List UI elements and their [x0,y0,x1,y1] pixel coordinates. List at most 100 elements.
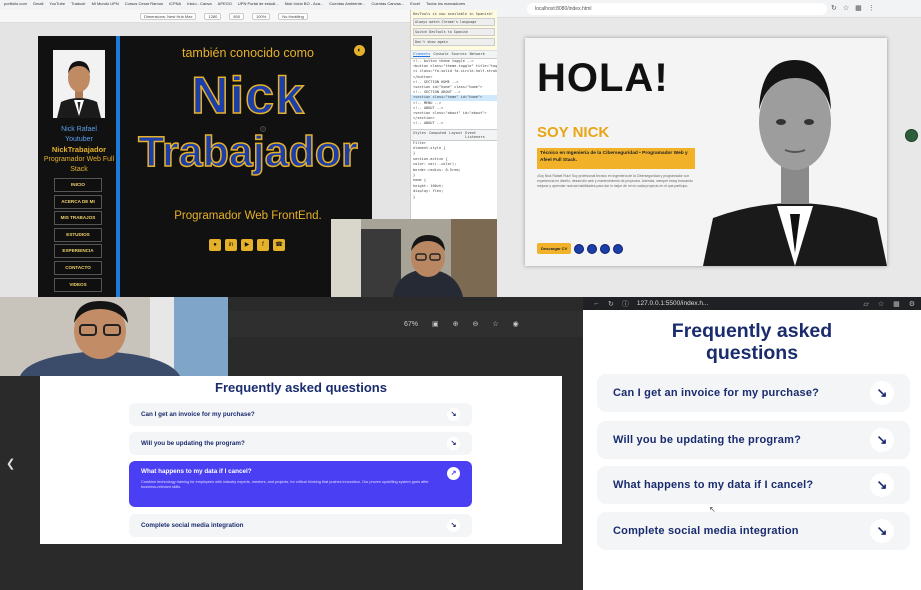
bookmark[interactable]: Cuentas Canvas... [371,1,404,9]
dom-node[interactable]: <!-- ABOUT --> [411,121,497,126]
youtube-icon[interactable]: ▶ [241,239,253,251]
theme-toggle-icon[interactable]: ◐ [354,45,365,56]
devtools-tabs: Elements Console Sources Network [411,51,497,59]
arrow-down-right-icon[interactable]: ↘ [870,519,894,543]
bookmark[interactable]: Mi Mundo UPN [92,1,119,9]
star-icon[interactable]: ☆ [878,300,884,308]
reload-icon[interactable]: ↻ [608,300,614,308]
bookmark[interactable]: Cuentas Ambiente... [329,1,365,9]
hero-title-line1: Nick [190,66,305,126]
bookmark[interactable]: UPN Portal de estudi... [238,1,279,9]
tab-console[interactable]: Console [433,52,448,57]
soy-heading: SOY NICK [537,124,610,141]
bookmark[interactable]: YouTube [49,1,65,9]
zoom-select[interactable]: 100% [252,12,271,20]
tab-styles[interactable]: Styles [413,131,426,139]
zoom-level[interactable]: 67% [404,321,418,328]
dom-node[interactable]: <i class="fa-solid fa-circle-half-stroke… [411,69,497,74]
tab-event-listeners[interactable]: Event Listeners [465,131,495,139]
faq-item-open[interactable]: What happens to my data if I cancel? Com… [129,461,472,507]
bookmark[interactable]: ICPNA [169,1,181,9]
address-bar[interactable]: 127.0.0.1:5500/index.h... [637,300,709,307]
nav-videos[interactable]: VIDEOS [54,277,102,292]
hero-dot [260,126,266,132]
styles-pane: Filter element.style { } section.active … [411,141,497,200]
bookmark[interactable]: portfolio.com [4,1,27,9]
faq-item[interactable]: Can I get an invoice for my purchase? ↘ [597,374,910,412]
bookmark[interactable]: Cursos Cesar Ramos [125,1,163,9]
github-icon[interactable]: ● [209,239,221,251]
dont-show-button[interactable]: Don't show again [413,38,495,46]
tab-computed[interactable]: Computed [429,131,446,139]
tab-network[interactable]: Network [470,52,485,57]
extensions-icon[interactable]: ▦ [893,300,900,308]
reload-icon[interactable]: ↻ [831,4,837,12]
more-icon[interactable]: ◉ [513,320,519,328]
width-field[interactable]: 1280 [204,12,222,20]
match-language-button[interactable]: Always match Chrome's language [413,18,495,26]
zoom-out-icon[interactable]: ⊖ [473,320,479,328]
email-icon[interactable] [574,243,585,254]
bookmark[interactable]: Inicio - Canva [187,1,211,9]
faq-item[interactable]: Complete social media integration ↘ [597,512,910,550]
nav-trabajos[interactable]: MIS TRABAJOS [54,211,102,226]
address-bar[interactable]: localhost:8080/index.html [527,3,827,15]
bookmark[interactable]: APEGO [218,1,232,9]
download-cv-button[interactable]: Descargar CV [537,243,572,254]
faq-item[interactable]: Can I get an invoice for my purchase? ↘ [129,403,472,426]
faq-item[interactable]: Complete social media integration ↘ [129,514,472,537]
nav-estudios[interactable]: ESTUDIOS [54,227,102,242]
faq-item[interactable]: Will you be updating the program? ↘ [597,421,910,459]
arrow-down-right-icon[interactable]: ↘ [447,437,460,450]
fullscreen-icon[interactable]: ▣ [432,320,439,328]
arrow-down-right-icon[interactable]: ↘ [447,408,460,421]
faq-answer: Combine technology training for employee… [141,480,429,489]
share-icon[interactable]: ▱ [863,300,868,308]
github-icon[interactable] [587,243,598,254]
nav-acerca[interactable]: ACERCA DE MI [54,194,102,209]
tab-sources[interactable]: Sources [451,52,466,57]
faq-title-line2: questions [705,342,799,364]
nav-experiencia[interactable]: EXPERIENCIA [54,244,102,259]
site-info-icon[interactable]: ⓘ [622,299,629,309]
faq-question: Complete social media integration [141,522,244,529]
bookmark[interactable]: Todos los marcadores [426,1,465,9]
bookmark[interactable]: Traducir [71,1,86,9]
arrow-up-right-icon[interactable]: ↗ [447,467,460,480]
bookmark-icon[interactable]: ☆ [492,320,498,328]
tab-layout[interactable]: Layout [449,131,462,139]
zoom-in-icon[interactable]: ⊕ [453,320,459,328]
height-field[interactable]: 800 [229,12,245,20]
star-icon[interactable]: ☆ [843,4,849,12]
profile-name: Nick Rafael [61,126,97,133]
faq-question: Can I get an invoice for my purchase? [613,386,820,399]
bookmark[interactable]: Gmail [33,1,43,9]
bookmark[interactable]: Excel [410,1,420,9]
arrow-down-right-icon[interactable]: ↘ [447,519,460,532]
nav-contacto[interactable]: CONTACTO [54,260,102,275]
bookmark[interactable]: Nick Inicio BO - Aca... [285,1,324,9]
linkedin-icon[interactable]: in [225,239,237,251]
faq-item[interactable]: What happens to my data if I cancel? ↘ [597,466,910,504]
arrow-down-right-icon[interactable]: ↘ [870,381,894,405]
switch-language-button[interactable]: Switch DevTools to Spanish [413,28,495,36]
faq-question: Will you be updating the program? [141,440,245,447]
floating-action-icon[interactable] [905,129,918,142]
whatsapp-icon[interactable] [600,243,611,254]
linkedin-icon[interactable] [613,243,624,254]
throttle-select[interactable]: No throttling [278,12,308,20]
tab-elements[interactable]: Elements [413,52,431,57]
back-icon[interactable]: ← [593,300,600,307]
webcam-feed [0,297,228,376]
settings-icon[interactable]: ⚙ [909,300,915,308]
extensions-icon[interactable]: ▦ [855,4,862,12]
menu-icon[interactable]: ⋮ [868,4,875,12]
arrow-down-right-icon[interactable]: ↘ [870,428,894,452]
whatsapp-icon[interactable]: ☎ [273,239,285,251]
nav-inicio[interactable]: INICIO [54,178,102,192]
device-select[interactable]: Dimensions: Nest Hub Max [140,12,197,20]
previous-arrow-icon[interactable]: ❮ [6,457,15,470]
arrow-down-right-icon[interactable]: ↘ [870,473,894,497]
faq-item[interactable]: Will you be updating the program? ↘ [129,432,472,455]
facebook-icon[interactable]: f [257,239,269,251]
